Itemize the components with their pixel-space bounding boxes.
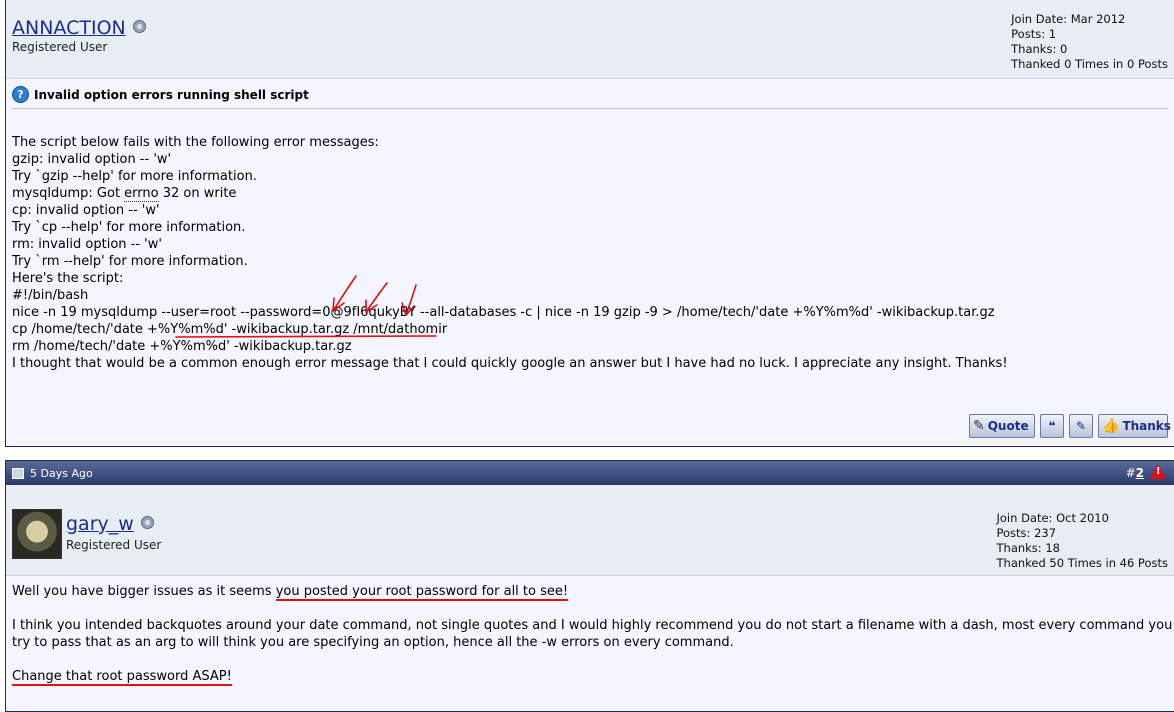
body-line: Try `rm --help' for more information. [12,254,248,269]
body-line: Try `gzip --help' for more information. [12,169,257,184]
post-status-icon [12,467,24,479]
avatar[interactable] [12,509,62,559]
post-actions: ✎ Quote ❝ ✎ 👍 Thanks [969,414,1171,438]
post-title-text: Invalid option errors running shell scri… [34,87,309,102]
body-line-errno: mysqldump: Got errno 32 on write [12,186,237,202]
highlighted-text: Change that root password ASAP! [12,669,232,686]
post-header: 5 Days Ago #2 [6,461,1174,485]
quote-label: Quote [987,419,1029,433]
body-text: Well you have bigger issues as it seems [12,584,276,599]
username[interactable]: gary_w [66,513,134,535]
body-line: I thought that would be a common enough … [12,356,1008,371]
body-paragraph: Change that root password ASAP! [12,668,1174,686]
thanks-count: Thanks: 0 [1011,42,1068,56]
body-line: The script below fails with the followin… [12,135,379,150]
post-number-prefix: # [1125,466,1136,480]
thanks-label: Thanks [1122,419,1171,433]
quote-button[interactable]: ✎ Quote [969,414,1035,438]
post-body: Well you have bigger issues as it seems … [12,583,1174,702]
post-count: Posts: 1 [1011,27,1057,41]
highlighted-text: you posted your root password for all to… [275,584,569,601]
user-stats: Join Date: Mar 2012 Posts: 1 Thanks: 0 T… [1011,12,1168,72]
user-info-bar: gary_w Registered User Join Date: Oct 20… [6,485,1174,576]
thumbs-up-icon: 👍 [1102,418,1120,434]
divider [12,108,1168,109]
body-paragraph: I think you intended backquotes around y… [12,618,1173,650]
body-line: cp: invalid option -- 'w' [12,203,160,218]
body-line: gzip: invalid option -- 'w' [12,152,172,167]
body-line-command: nice -n 19 mysqldump --user=root --passw… [12,305,995,320]
body-line: rm /home/tech/'date +%Y%m%d' -wikibackup… [12,339,352,354]
body-line: Try `cp --help' for more information. [12,220,246,235]
user-info-bar: ANNACTION Registered User Join Date: Mar… [6,0,1174,79]
post-title: ? Invalid option errors running shell sc… [12,86,309,103]
report-icon[interactable] [1150,464,1166,479]
body-paragraph: Well you have bigger issues as it seems … [12,583,1174,601]
offline-status-icon [140,516,154,529]
join-date: Join Date: Mar 2012 [1011,12,1126,26]
post-count: Posts: 237 [996,526,1057,540]
post-body: The script below fails with the followin… [12,117,1008,406]
username-link[interactable]: gary_w [66,513,154,535]
thanked-count: Thanked 0 Times in 0 Posts [1011,57,1168,71]
thanks-count: Thanks: 18 [996,541,1060,555]
post-1: ANNACTION Registered User Join Date: Mar… [5,0,1174,447]
user-stats: Join Date: Oct 2010 Posts: 237 Thanks: 1… [997,511,1169,571]
edit-button[interactable]: ✎ [1069,414,1093,438]
username-link[interactable]: ANNACTION [12,17,146,39]
pencil-icon: ✎ [973,418,985,434]
edit-icon: ✎ [1075,419,1087,433]
multi-quote-button[interactable]: ❝ [1040,414,1064,438]
question-icon: ? [12,86,29,103]
multiquote-icon: ❝ [1048,419,1056,433]
user-title: Registered User [12,40,108,54]
body-line: cp /home/tech/'date +%Y%m%d' -wikibackup… [12,322,448,337]
body-line: rm: invalid option -- 'w' [12,237,162,252]
offline-status-icon [132,20,146,33]
errno-link[interactable]: errno [124,186,159,202]
post-date: 5 Days Ago [30,466,93,480]
thanked-count: Thanked 50 Times in 46 Posts [996,556,1169,570]
body-line: Here's the script: [12,271,124,286]
user-title: Registered User [66,538,162,552]
username[interactable]: ANNACTION [12,17,126,39]
post-number-link[interactable]: #2 [1126,466,1144,480]
thanks-button[interactable]: 👍 Thanks [1098,414,1171,438]
join-date: Join Date: Oct 2010 [996,511,1109,525]
body-line: #!/bin/bash [12,288,89,303]
post-number[interactable]: 2 [1136,466,1144,480]
post-2: 5 Days Ago #2 gary_w Registered User Joi… [5,460,1174,712]
